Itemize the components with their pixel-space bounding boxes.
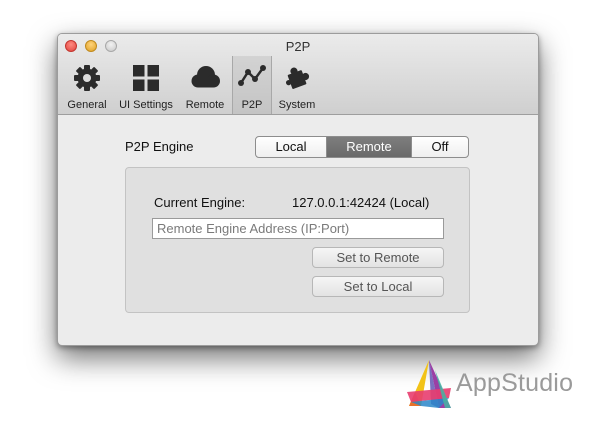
toolbar: P2P General UI Settings Remote P2P Syste… bbox=[58, 34, 538, 115]
toolbar-item-p2p[interactable]: P2P bbox=[232, 56, 272, 114]
toolbar-item-system[interactable]: System bbox=[274, 58, 320, 111]
cloud-icon bbox=[191, 66, 220, 88]
set-to-local-button[interactable]: Set to Local bbox=[312, 276, 444, 297]
appstudio-logo bbox=[407, 360, 451, 408]
toolbar-label-remote: Remote bbox=[185, 99, 225, 111]
current-engine-label: Current Engine: bbox=[154, 195, 246, 210]
engine-segmented-control: Local Remote Off bbox=[255, 136, 469, 158]
toolbar-label-general: General bbox=[67, 99, 107, 111]
engine-panel: Current Engine: 127.0.0.1:42424 (Local) … bbox=[125, 167, 470, 313]
current-engine-value: 127.0.0.1:42424 (Local) bbox=[292, 195, 430, 210]
grid-icon bbox=[133, 65, 159, 91]
appstudio-watermark-text: AppStudio bbox=[456, 369, 574, 397]
toolbar-label-ui-settings: UI Settings bbox=[119, 99, 173, 111]
window-title: P2P bbox=[285, 39, 311, 54]
preferences-window: P2P General UI Settings Remote P2P Syste… bbox=[57, 33, 539, 346]
chart-line-icon bbox=[238, 65, 266, 86]
toolbar-item-remote[interactable]: Remote bbox=[182, 58, 228, 111]
toolbar-item-general[interactable]: General bbox=[64, 58, 110, 111]
p2p-engine-label: P2P Engine bbox=[125, 139, 194, 154]
toolbar-label-p2p: P2P bbox=[241, 99, 263, 111]
set-to-remote-button[interactable]: Set to Remote bbox=[312, 247, 444, 268]
toolbar-item-ui-settings[interactable]: UI Settings bbox=[116, 58, 176, 111]
gear-icon bbox=[74, 65, 100, 91]
puzzle-icon bbox=[285, 67, 310, 89]
segment-local[interactable]: Local bbox=[256, 137, 326, 157]
segment-off[interactable]: Off bbox=[411, 137, 468, 157]
toolbar-label-system: System bbox=[278, 99, 316, 111]
remote-address-input[interactable] bbox=[152, 218, 444, 239]
p2p-settings-pane: P2P Engine Local Remote Off Current Engi… bbox=[58, 115, 538, 345]
segment-remote[interactable]: Remote bbox=[326, 137, 411, 157]
